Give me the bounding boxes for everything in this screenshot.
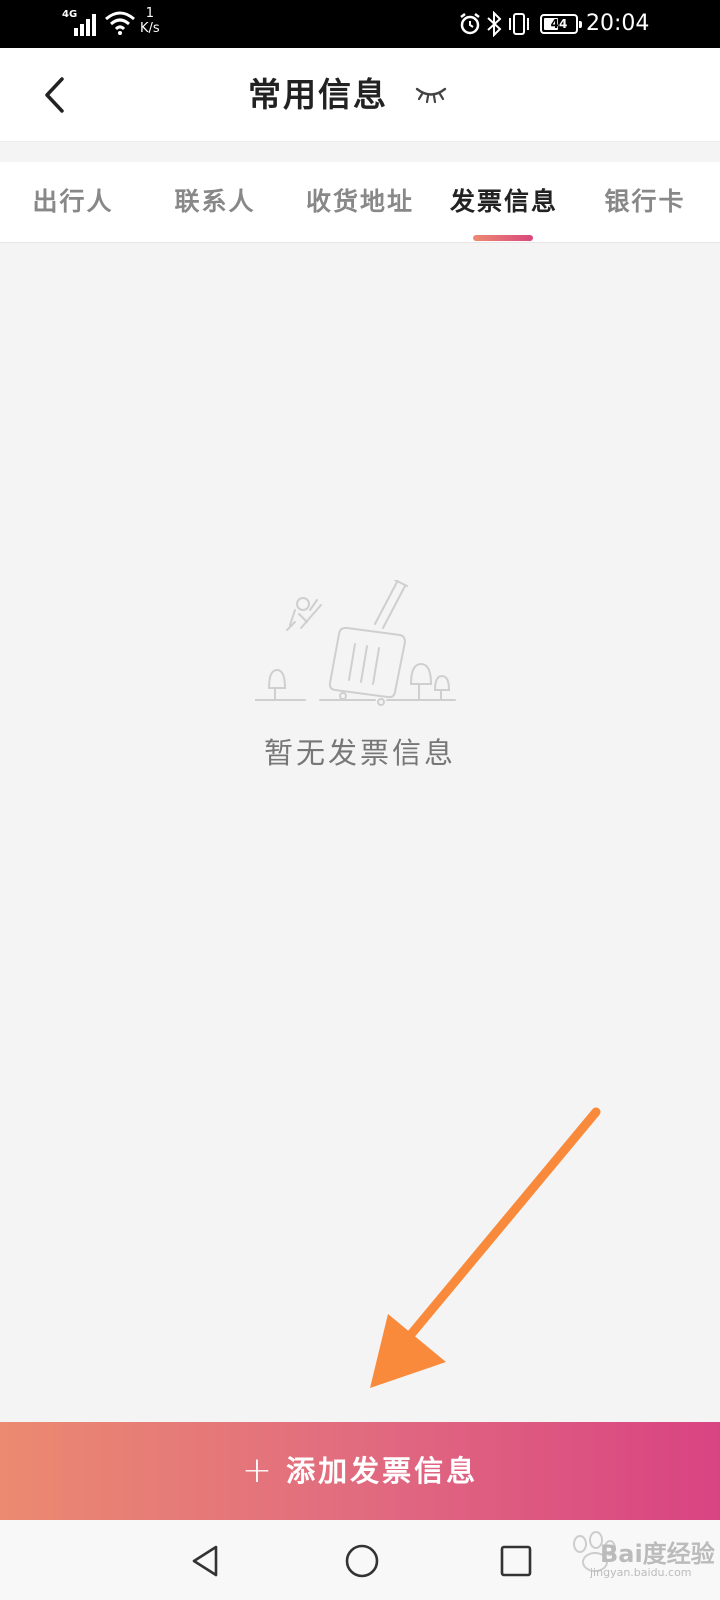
network-speed-unit: K/s	[140, 21, 160, 36]
add-invoice-button[interactable]: + 添加发票信息	[0, 1422, 720, 1520]
watermark-text: Bai度经验	[600, 1540, 715, 1568]
tab-shipping-address[interactable]: 收货地址	[290, 162, 430, 242]
tab-bar: 出行人 联系人 收货地址 发票信息 银行卡	[0, 162, 720, 243]
battery-percent: 44	[550, 17, 568, 31]
tab-bank-card[interactable]: 银行卡	[590, 162, 700, 242]
signal-icon	[74, 14, 96, 36]
header: 常用信息	[0, 48, 720, 142]
clock: 20:04	[586, 11, 650, 36]
closed-eye-icon[interactable]	[414, 84, 448, 104]
triangle-back-icon[interactable]	[186, 1541, 226, 1581]
wifi-icon	[105, 11, 135, 35]
network-speed: 1 K/s	[140, 6, 160, 36]
circle-home-icon[interactable]	[342, 1541, 382, 1581]
active-tab-indicator	[473, 235, 533, 241]
square-recents-icon[interactable]	[497, 1542, 535, 1580]
annotation-arrow-icon	[370, 1107, 601, 1388]
add-invoice-label: 添加发票信息	[286, 1454, 479, 1488]
bluetooth-icon	[487, 11, 502, 37]
vibrate-icon	[509, 13, 529, 35]
status-bar: 4G 1 K/s 44 20:04	[0, 0, 720, 48]
empty-state-message: 暂无发票信息	[263, 736, 456, 770]
luggage-illustration	[255, 580, 456, 706]
battery-icon: 44	[540, 14, 582, 34]
watermark-url: jingyan.baidu.com	[590, 1566, 692, 1579]
tab-contacts[interactable]: 联系人	[160, 162, 270, 242]
back-button[interactable]	[30, 70, 80, 120]
tab-travelers[interactable]: 出行人	[18, 162, 128, 242]
tab-invoice-info[interactable]: 发票信息	[434, 162, 574, 242]
network-speed-value: 1	[145, 6, 154, 21]
chevron-left-icon	[45, 77, 64, 113]
page-title: 常用信息	[248, 75, 388, 114]
alarm-icon	[460, 13, 480, 35]
plus-icon: +	[241, 1450, 273, 1491]
